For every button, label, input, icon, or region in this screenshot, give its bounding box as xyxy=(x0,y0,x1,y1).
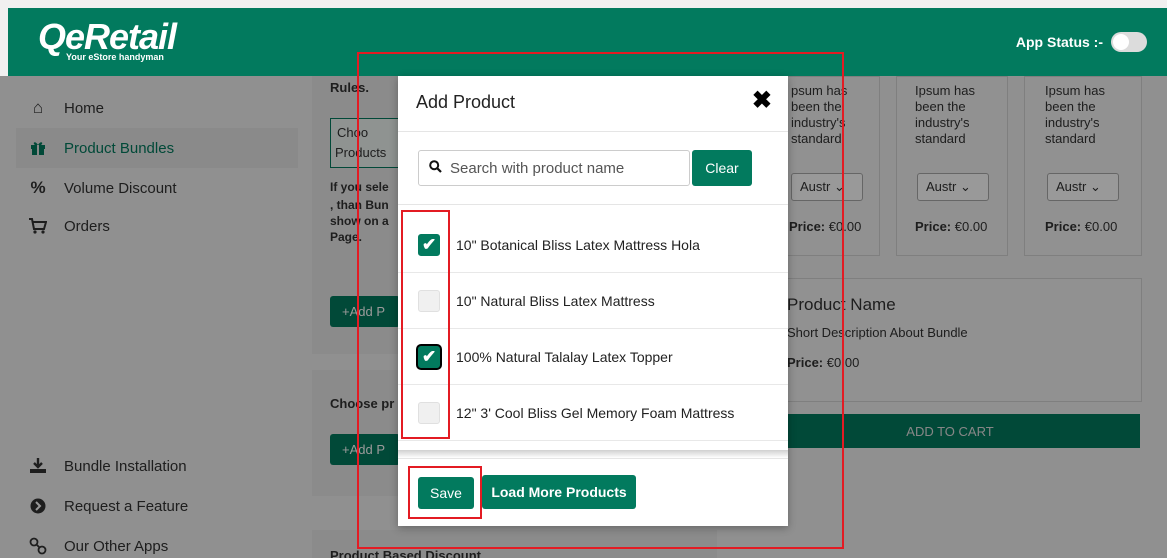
logo-text: QeRetail xyxy=(38,16,177,57)
app-status-label: App Status :- xyxy=(1015,34,1103,50)
logo[interactable]: QeRetail Your eStore handyman xyxy=(38,16,177,63)
annotation-box-checkboxes xyxy=(401,210,450,439)
logo-tagline: Your eStore handyman xyxy=(66,52,164,62)
app-status: App Status :- xyxy=(1016,32,1147,52)
annotation-box-save xyxy=(408,466,482,519)
app-status-toggle[interactable] xyxy=(1111,32,1147,52)
